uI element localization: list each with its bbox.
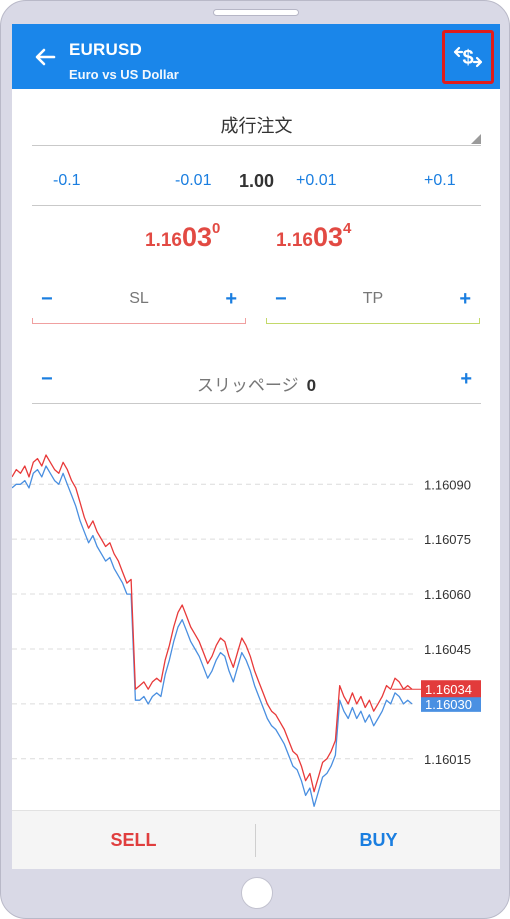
back-arrow-icon[interactable] — [32, 44, 58, 70]
sell-button[interactable]: SELL — [12, 811, 255, 869]
symbol-description: Euro vs US Dollar — [69, 67, 179, 82]
buy-button[interactable]: BUY — [257, 811, 500, 869]
volume-plus-0.01-button[interactable]: +0.01 — [296, 172, 336, 190]
bid-price-prefix: 1.16 — [145, 230, 182, 251]
slippage-plus-button[interactable]: + — [460, 368, 472, 391]
bid-price: 1.16030 — [145, 220, 221, 253]
tick-chart: 1.160901.160751.160601.160451.160301.160… — [12, 454, 481, 807]
tp-label: TP — [362, 290, 384, 307]
ask-price-tag-label: 1.16034 — [425, 682, 472, 697]
slippage-display: スリッページ 0 — [32, 371, 481, 396]
home-button[interactable] — [241, 877, 273, 909]
volume-row: -0.1 -0.01 1.00 +0.01 +0.1 — [32, 164, 481, 206]
sl-label: SL — [129, 290, 149, 307]
ask-price-sup: 4 — [343, 220, 352, 237]
sl-underline-tick — [32, 318, 33, 324]
tp-underline — [266, 323, 480, 324]
ask-price-line — [12, 454, 413, 793]
sl-plus-button[interactable]: + — [225, 288, 237, 311]
dollar-exchange-icon: $ — [453, 46, 483, 69]
volume-plus-0.1-button[interactable]: +0.1 — [424, 172, 456, 190]
symbol-name: EURUSD — [69, 40, 142, 59]
tp-underline-tick — [266, 318, 267, 324]
slippage-value: 0 — [306, 376, 317, 395]
order-type-label: 成行注文 — [220, 116, 293, 136]
ask-price: 1.16034 — [276, 220, 352, 253]
stop-loss-field[interactable]: − SL + — [32, 280, 246, 324]
trade-screen: EURUSD Euro vs US Dollar $ 成行注文 -0.1 -0.… — [12, 24, 500, 869]
bid-price-line — [12, 465, 413, 807]
y-tick-label: 1.16015 — [424, 752, 471, 767]
slippage-field[interactable]: − スリッページ 0 + — [32, 360, 481, 404]
phone-frame: EURUSD Euro vs US Dollar $ 成行注文 -0.1 -0.… — [0, 0, 510, 919]
y-tick-label: 1.16060 — [424, 587, 471, 602]
sl-underline-tick — [245, 318, 246, 324]
take-profit-field[interactable]: − TP + — [266, 280, 480, 324]
dropdown-corner-icon — [471, 134, 481, 144]
bid-price-sup: 0 — [212, 220, 221, 237]
tp-underline-tick — [479, 318, 480, 324]
ask-price-prefix: 1.16 — [276, 230, 313, 251]
y-tick-label: 1.16045 — [424, 642, 471, 657]
svg-text:$: $ — [462, 47, 473, 69]
volume-value[interactable]: 1.00 — [32, 171, 481, 192]
y-tick-label: 1.16075 — [424, 532, 471, 547]
app-header: EURUSD Euro vs US Dollar $ — [12, 24, 500, 89]
slippage-label: スリッページ — [196, 376, 299, 395]
change-symbol-button[interactable]: $ — [442, 30, 494, 84]
ask-price-big: 03 — [312, 222, 344, 252]
phone-speaker — [213, 9, 299, 16]
footer-divider — [255, 824, 256, 857]
bid-price-big: 03 — [181, 222, 213, 252]
order-type-selector[interactable]: 成行注文 — [32, 106, 481, 146]
trade-footer: SELL BUY — [12, 810, 500, 869]
bid-price-tag-label: 1.16030 — [425, 697, 472, 712]
sl-underline — [32, 323, 246, 324]
tp-plus-button[interactable]: + — [459, 288, 471, 311]
y-tick-label: 1.16090 — [424, 477, 471, 492]
